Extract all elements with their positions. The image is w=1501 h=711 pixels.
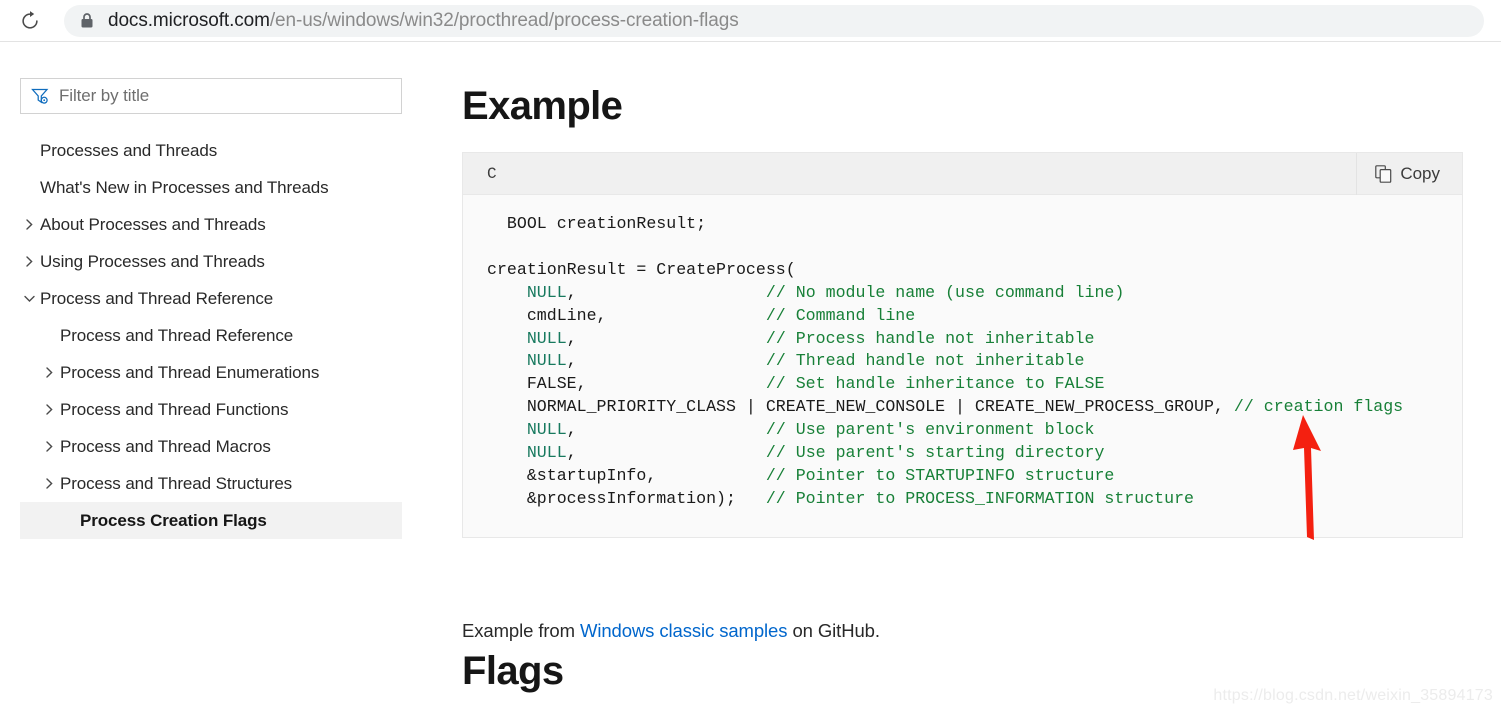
chevron-right-icon[interactable] <box>42 365 57 380</box>
code-block-header: C Copy <box>463 152 1462 195</box>
code-literal: NULL <box>526 351 567 371</box>
code-literal: NULL <box>526 282 567 302</box>
address-bar-path: /en-us/windows/win32/procthread/process-… <box>269 9 739 31</box>
sidebar-item-label: Process and Thread Reference <box>60 325 294 345</box>
code-token: creationResult = CreateProcess( <box>487 259 796 279</box>
sidebar-item-process-and-thread-functions[interactable]: Process and Thread Functions <box>0 391 440 428</box>
windows-classic-samples-link[interactable]: Windows classic samples <box>580 620 788 641</box>
sidebar-item-label: Process and Thread Macros <box>60 436 271 456</box>
code-token: &processInformation); <box>487 488 736 508</box>
sidebar-item-process-and-thread-reference[interactable]: Process and Thread Reference <box>0 280 440 317</box>
chevron-right-icon[interactable] <box>42 476 57 491</box>
code-token: BOOL creationResult; <box>487 214 707 233</box>
sidebar-item-using-processes-and-threads[interactable]: Using Processes and Threads <box>0 243 440 280</box>
sidebar-item-processes-and-threads[interactable]: Processes and Threads <box>0 132 440 169</box>
code-text: BOOL creationResult; creationResult = Cr… <box>463 213 1462 511</box>
sidebar-item-label: Process and Thread Structures <box>60 473 293 493</box>
code-literal: NULL <box>526 420 567 440</box>
section-heading-example: Example <box>462 84 623 128</box>
chevron-down-icon[interactable] <box>22 291 37 306</box>
caption-suffix: on GitHub. <box>787 620 880 641</box>
sidebar-item-process-and-thread-macros[interactable]: Process and Thread Macros <box>0 428 440 465</box>
sidebar-item-process-and-thread-enumerations[interactable]: Process and Thread Enumerations <box>0 354 440 391</box>
sidebar-item-label: Process and Thread Enumerations <box>60 362 320 382</box>
code-block-body[interactable]: BOOL creationResult; creationResult = Cr… <box>463 195 1462 537</box>
filter-by-title-input[interactable]: Filter by title <box>20 78 402 114</box>
sidebar-item-about-processes-and-threads[interactable]: About Processes and Threads <box>0 206 440 243</box>
example-caption: Example from Windows classic samples on … <box>462 620 880 642</box>
code-comment: // Use parent's starting directory <box>765 443 1105 463</box>
sidebar-item-process-and-thread-structures[interactable]: Process and Thread Structures <box>0 465 440 502</box>
code-comment: // Set handle inheritance to FALSE <box>765 374 1105 394</box>
sidebar-item-label: About Processes and Threads <box>40 214 266 234</box>
watermark-text: https://blog.csdn.net/weixin_35894173 <box>1213 687 1493 704</box>
left-navigation-sidebar: Filter by title Processes and Threads Wha… <box>0 42 440 711</box>
caption-prefix: Example from <box>462 620 580 641</box>
lock-icon <box>80 12 94 29</box>
sidebar-item-label: Using Processes and Threads <box>40 251 265 271</box>
code-comment: // Use parent's environment block <box>765 420 1095 440</box>
sidebar-item-label: Process Creation Flags <box>80 510 267 530</box>
sidebar-item-label: Process and Thread Reference <box>40 288 274 308</box>
filter-input-placeholder: Filter by title <box>59 86 150 105</box>
code-token: , <box>566 443 577 463</box>
chevron-right-icon[interactable] <box>22 217 37 232</box>
copy-button-label: Copy <box>1400 163 1440 183</box>
code-token: FALSE, <box>487 374 587 394</box>
sidebar-item-label: Processes and Threads <box>40 140 218 160</box>
code-comment: // Thread handle not inheritable <box>765 351 1085 371</box>
chevron-right-icon[interactable] <box>42 402 57 417</box>
sidebar-item-label: What's New in Processes and Threads <box>40 177 329 197</box>
chevron-right-icon[interactable] <box>42 439 57 454</box>
filter-funnel-icon <box>31 87 49 105</box>
address-bar-host: docs.microsoft.com <box>108 9 270 31</box>
code-token: , <box>566 328 577 348</box>
reload-icon <box>22 10 38 29</box>
code-literal: NULL <box>526 443 567 463</box>
copy-icon <box>1375 164 1392 183</box>
sidebar-item-what-s-new-in-processes-and-threads[interactable]: What's New in Processes and Threads <box>0 169 440 206</box>
sidebar-item-label: Process and Thread Functions <box>60 399 289 419</box>
code-comment: // No module name (use command line) <box>765 282 1125 302</box>
address-bar[interactable]: docs.microsoft.com/en-us/windows/win32/p… <box>64 4 1484 37</box>
article-content: Example C Copy BOOL creationResult; crea… <box>440 42 1501 711</box>
code-token: , <box>566 351 577 371</box>
address-bar-text: docs.microsoft.com/en-us/windows/win32/p… <box>108 10 739 32</box>
code-token: cmdLine, <box>487 305 607 325</box>
sidebar-item-process-creation-flags[interactable]: Process Creation Flags <box>20 502 402 539</box>
browser-toolbar: docs.microsoft.com/en-us/windows/win32/p… <box>0 0 1501 42</box>
copy-button[interactable]: Copy <box>1356 152 1462 195</box>
code-comment: // creation flags <box>1233 397 1404 417</box>
code-literal: NULL <box>526 328 567 348</box>
code-token: NORMAL_PRIORITY_CLASS | CREATE_NEW_CONSO… <box>487 397 1224 417</box>
code-block: C Copy BOOL creationResult; creationResu… <box>462 152 1463 538</box>
code-token: &startupInfo, <box>487 465 657 485</box>
code-language-label: C <box>487 164 497 183</box>
sidebar-item-process-and-thread-reference[interactable]: Process and Thread Reference <box>0 317 440 354</box>
code-comment: // Command line <box>765 305 916 325</box>
code-token: , <box>566 420 577 440</box>
navigation-tree: Processes and Threads What's New in Proce… <box>0 132 440 539</box>
code-comment: // Process handle not inheritable <box>765 328 1095 348</box>
code-comment: // Pointer to PROCESS_INFORMATION struct… <box>765 488 1195 508</box>
chevron-right-icon[interactable] <box>22 254 37 269</box>
section-heading-flags: Flags <box>462 649 564 693</box>
code-comment: // Pointer to STARTUPINFO structure <box>765 465 1115 485</box>
code-token: , <box>566 282 577 302</box>
reload-button[interactable] <box>14 5 46 37</box>
